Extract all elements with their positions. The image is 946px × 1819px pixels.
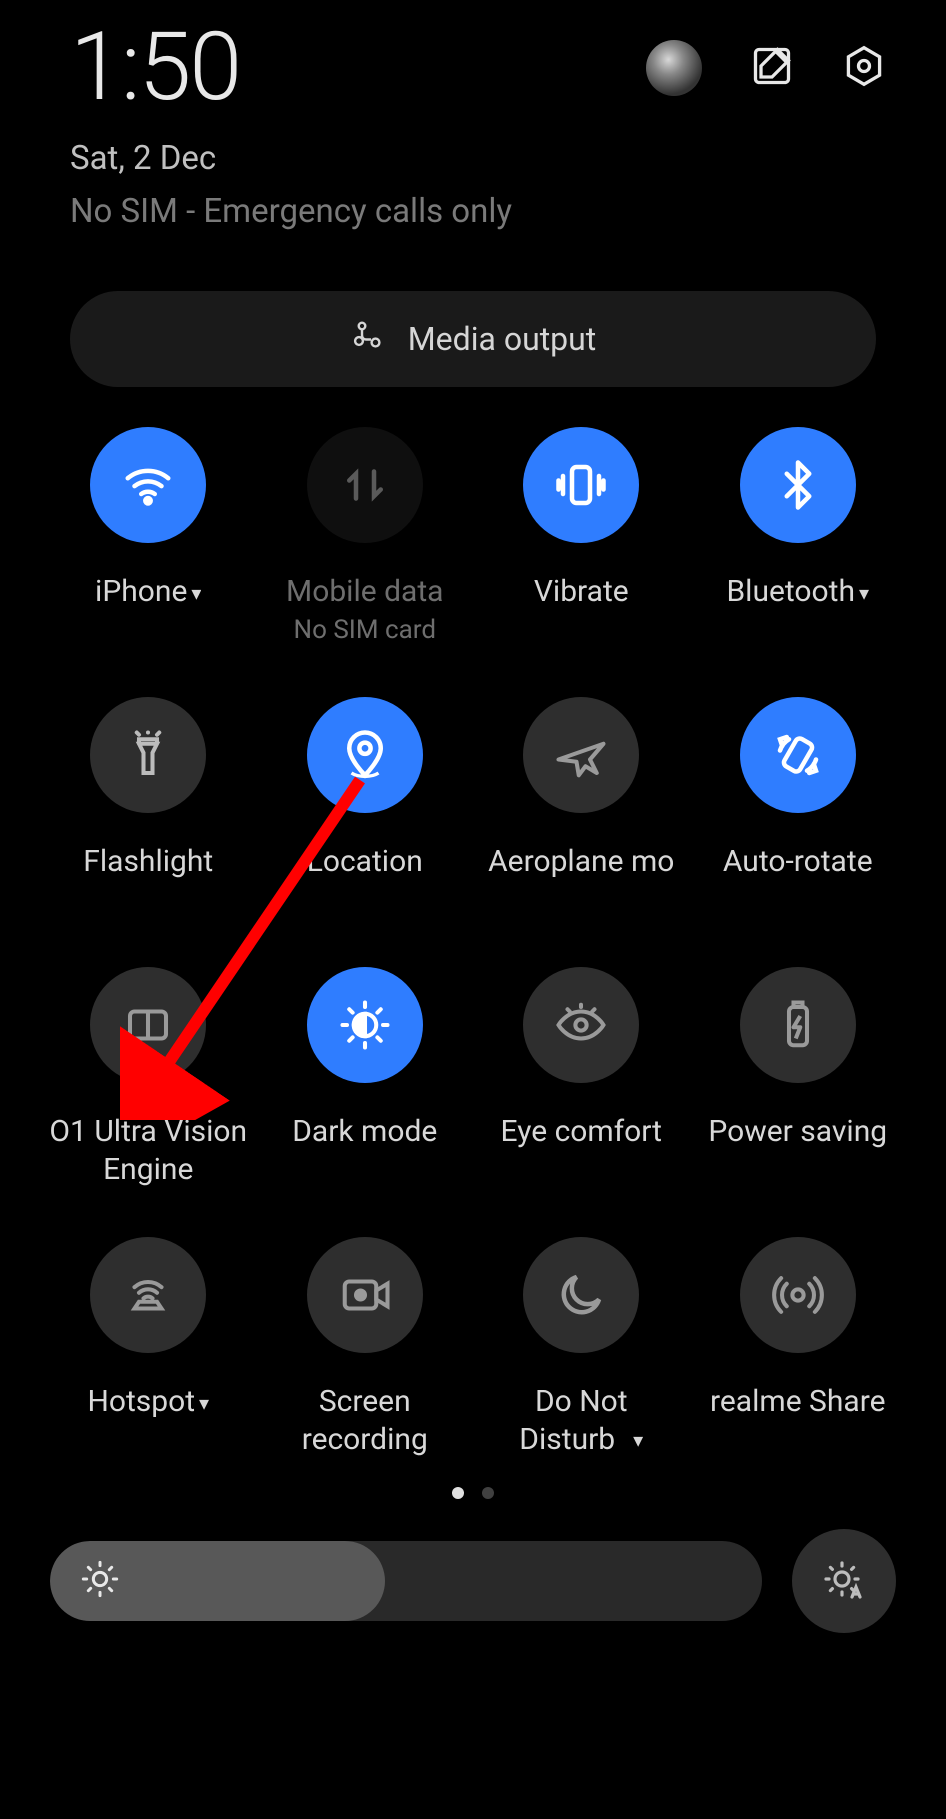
clock-time: 1:50 (70, 20, 240, 115)
tile-vibrate[interactable]: Vibrate (473, 427, 690, 665)
media-output-icon (350, 317, 386, 361)
tile-label: Location (307, 843, 423, 881)
vibrate-icon (523, 427, 639, 543)
tile-auto-rotate[interactable]: Auto-rotate (690, 697, 907, 935)
tile-flashlight[interactable]: Flashlight (40, 697, 257, 935)
tile-label: Mobile data (286, 573, 443, 611)
tile-label: Hotspot▾ (87, 1383, 209, 1421)
dark-mode-icon (307, 967, 423, 1083)
tile-realme-share[interactable]: realme Share (690, 1237, 907, 1475)
tile-label: iPhone▾ (95, 573, 201, 611)
user-avatar[interactable] (646, 40, 702, 96)
location-icon (307, 697, 423, 813)
tile-wifi[interactable]: iPhone▾ (40, 427, 257, 665)
tile-label: realme Share (710, 1383, 886, 1421)
pager-dot (482, 1487, 494, 1499)
tile-airplane[interactable]: Aeroplane mo (473, 697, 690, 935)
sim-status-label: No SIM - Emergency calls only (70, 192, 946, 231)
tile-hotspot[interactable]: Hotspot▾ (40, 1237, 257, 1475)
screen-recording-icon (307, 1237, 423, 1353)
brightness-icon (80, 1559, 120, 1603)
tile-sublabel: No SIM card (294, 615, 436, 645)
tile-dnd[interactable]: Do Not Disturb▾ (473, 1237, 690, 1475)
brightness-fill (50, 1541, 385, 1621)
tile-label: Bluetooth▾ (726, 573, 869, 611)
tile-screen-recording[interactable]: Screen recording (257, 1237, 474, 1475)
auto-rotate-icon (740, 697, 856, 813)
tile-power-saving[interactable]: Power saving (690, 967, 907, 1205)
hotspot-icon (90, 1237, 206, 1353)
tile-label: Dark mode (292, 1113, 437, 1151)
tile-eye-comfort[interactable]: Eye comfort (473, 967, 690, 1205)
tile-o1-vision[interactable]: O1 Ultra Vision Engine (40, 967, 257, 1205)
tile-mobile-data[interactable]: Mobile data No SIM card (257, 427, 474, 665)
tile-label: Eye comfort (501, 1113, 662, 1151)
date-label: Sat, 2 Dec (70, 139, 946, 178)
tile-bluetooth[interactable]: Bluetooth▾ (690, 427, 907, 665)
bluetooth-icon (740, 427, 856, 543)
tile-dark-mode[interactable]: Dark mode (257, 967, 474, 1205)
auto-brightness-button[interactable] (792, 1529, 896, 1633)
settings-button[interactable] (842, 44, 886, 92)
tile-location[interactable]: Location (257, 697, 474, 935)
media-output-label: Media output (408, 320, 597, 358)
tile-label: Auto-rotate (723, 843, 873, 881)
mobile-data-icon (307, 427, 423, 543)
tile-label: Screen recording (265, 1383, 465, 1458)
tile-label: Aeroplane mo (488, 843, 674, 881)
page-indicator (0, 1487, 946, 1499)
tile-label: O1 Ultra Vision Engine (48, 1113, 248, 1188)
airplane-icon (523, 697, 639, 813)
o1-vision-icon (90, 967, 206, 1083)
tile-label: Flashlight (83, 843, 213, 881)
eye-comfort-icon (523, 967, 639, 1083)
power-saving-icon (740, 967, 856, 1083)
dnd-icon (523, 1237, 639, 1353)
tile-label: Do Not Disturb▾ (481, 1383, 681, 1458)
realme-share-icon (740, 1237, 856, 1353)
pager-dot (452, 1487, 464, 1499)
edit-tiles-button[interactable] (750, 44, 794, 92)
quick-settings-grid: iPhone▾ Mobile data No SIM card Vibrate … (40, 427, 906, 1475)
wifi-icon (90, 427, 206, 543)
media-output-button[interactable]: Media output (70, 291, 876, 387)
brightness-slider[interactable] (50, 1541, 762, 1621)
tile-label: Vibrate (534, 573, 629, 611)
flashlight-icon (90, 697, 206, 813)
tile-label: Power saving (708, 1113, 887, 1151)
